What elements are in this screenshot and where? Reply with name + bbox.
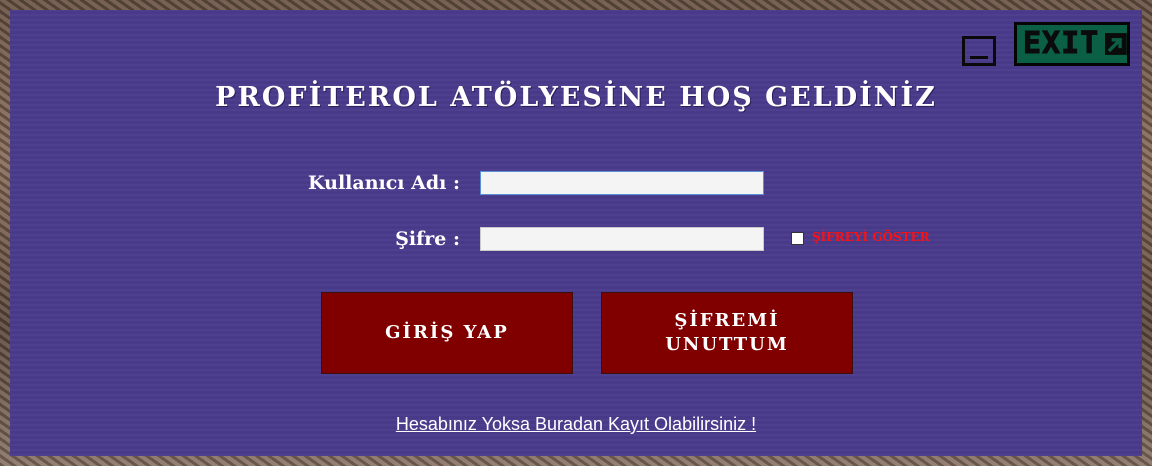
register-row: Hesabınız Yoksa Buradan Kayıt Olabilirsi…: [10, 414, 1142, 435]
login-panel: EXIT PROFİTEROL ATÖLYESİNE HOŞ GELDİNİZ …: [10, 10, 1142, 456]
exit-button[interactable]: EXIT: [1014, 22, 1130, 66]
exit-label: EXIT: [1022, 26, 1100, 61]
exit-arrow-icon: [1105, 33, 1127, 55]
page-title: PROFİTEROL ATÖLYESİNE HOŞ GELDİNİZ: [215, 82, 937, 113]
show-password-label[interactable]: ŞİFREYİ GÖSTER: [812, 230, 930, 244]
minimize-button[interactable]: [962, 36, 996, 66]
register-link[interactable]: Hesabınız Yoksa Buradan Kayıt Olabilirsi…: [396, 414, 756, 434]
password-label: Şifre :: [395, 228, 460, 250]
show-password-checkbox[interactable]: [791, 232, 804, 245]
password-input[interactable]: [480, 227, 764, 251]
login-button[interactable]: GİRİŞ YAP: [321, 292, 573, 374]
username-label: Kullanıcı Adı :: [308, 172, 460, 194]
minimize-icon: [970, 56, 988, 59]
login-button-label: GİRİŞ YAP: [385, 322, 509, 343]
forgot-password-button-label: ŞİFREMİ UNUTTUM: [665, 310, 789, 355]
username-input[interactable]: [480, 171, 764, 195]
forgot-password-button[interactable]: ŞİFREMİ UNUTTUM: [601, 292, 853, 374]
